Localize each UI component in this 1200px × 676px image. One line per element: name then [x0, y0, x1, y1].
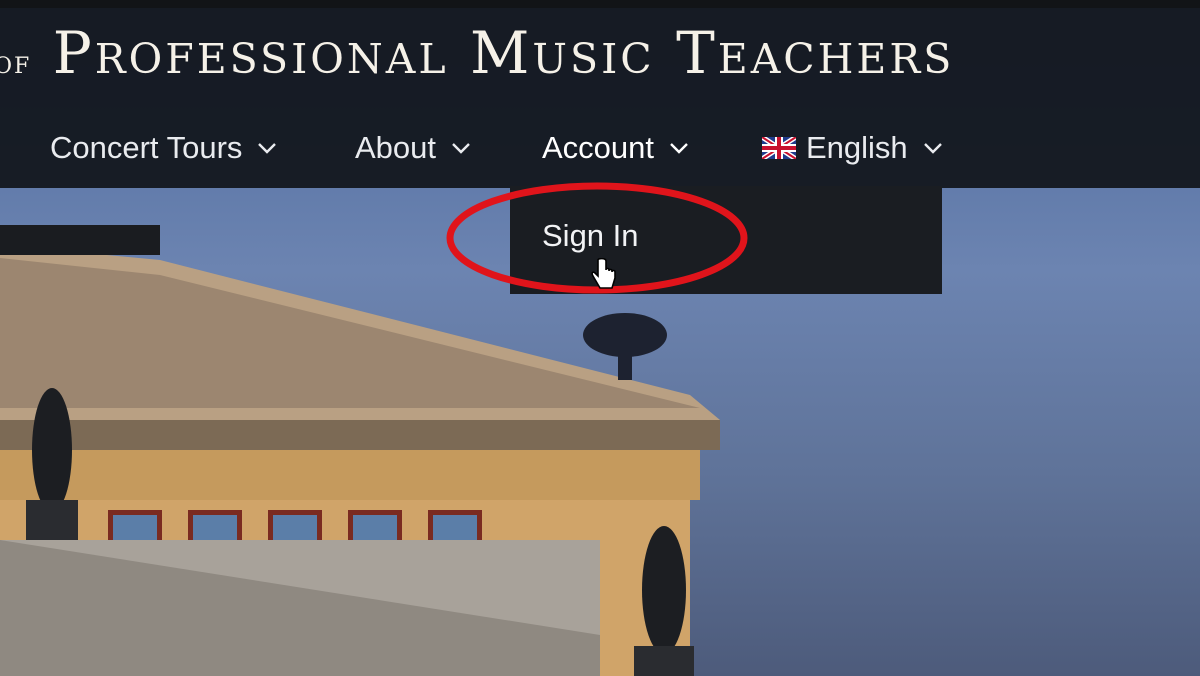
nav-item-label: Account	[542, 130, 655, 165]
sign-in-link[interactable]: Sign In	[542, 218, 639, 254]
nav-item-label: About	[355, 130, 437, 165]
site-title-main: Professional Music Teachers	[52, 19, 955, 87]
site-title-prefix: of	[0, 43, 32, 81]
nav-item-label: English	[806, 130, 908, 165]
nav-item-concert-tours[interactable]: Concert Tours	[50, 126, 278, 170]
account-dropdown-menu: Sign In	[510, 186, 942, 294]
browser-top-edge	[0, 0, 1200, 8]
main-nav: Concert Tours About Account English	[0, 126, 1200, 176]
site-header: of Professional Music Teachers Concert T…	[0, 8, 1200, 188]
nav-item-account[interactable]: Account	[542, 126, 690, 170]
chevron-down-icon	[258, 143, 277, 154]
chevron-down-icon	[452, 143, 470, 154]
chevron-down-icon	[670, 143, 688, 154]
hand-pointer-icon	[591, 258, 616, 289]
nav-item-about[interactable]: About	[355, 126, 472, 170]
nav-item-label: Concert Tours	[50, 130, 243, 165]
site-title[interactable]: of Professional Music Teachers	[0, 24, 954, 82]
nav-item-language[interactable]: English	[762, 126, 944, 170]
chevron-down-icon	[923, 143, 942, 154]
uk-flag-icon	[762, 137, 796, 159]
